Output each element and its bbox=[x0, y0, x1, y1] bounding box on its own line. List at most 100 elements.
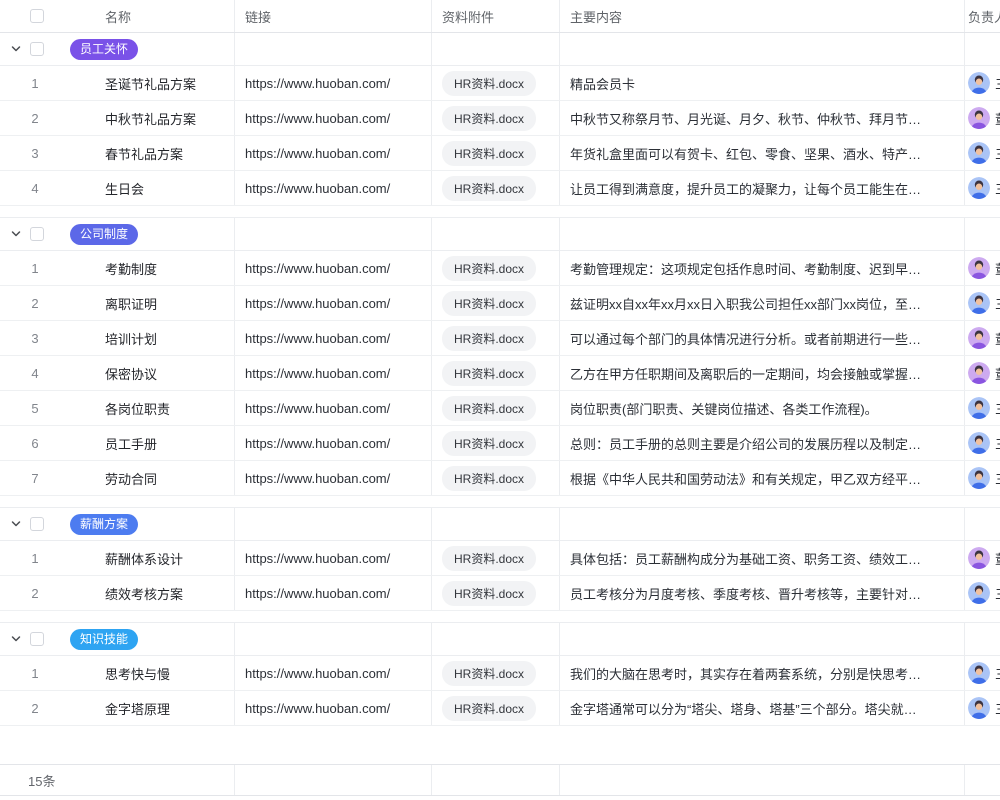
attachment-chip[interactable]: HR资料.docx bbox=[442, 396, 536, 421]
record-name[interactable]: 绩效考核方案 bbox=[105, 584, 183, 603]
assignee-cell[interactable]: 董 bbox=[965, 251, 1000, 285]
attachment-chip[interactable]: HR资料.docx bbox=[442, 466, 536, 491]
assignee-cell[interactable]: 三 bbox=[965, 461, 1000, 495]
assignee-cell[interactable]: 董 bbox=[965, 101, 1000, 135]
attachment-chip[interactable]: HR资料.docx bbox=[442, 256, 536, 281]
assignee-cell[interactable]: 三 bbox=[965, 136, 1000, 170]
empty-area bbox=[0, 726, 1000, 764]
assignee-cell[interactable]: 三 bbox=[965, 66, 1000, 100]
record-name[interactable]: 离职证明 bbox=[105, 294, 157, 313]
record-name[interactable]: 春节礼品方案 bbox=[105, 144, 183, 163]
group-badge[interactable]: 公司制度 bbox=[70, 224, 138, 245]
assignee-cell[interactable]: 三 bbox=[965, 576, 1000, 610]
attachment-chip[interactable]: HR资料.docx bbox=[442, 431, 536, 456]
record-name[interactable]: 中秋节礼品方案 bbox=[105, 109, 196, 128]
assignee-cell[interactable]: 董 bbox=[965, 321, 1000, 355]
attachment-chip[interactable]: HR资料.docx bbox=[442, 71, 536, 96]
column-header-content[interactable]: 主要内容 bbox=[570, 7, 622, 26]
attachment-chip[interactable]: HR资料.docx bbox=[442, 581, 536, 606]
chevron-down-icon[interactable] bbox=[10, 228, 22, 240]
assignee-cell[interactable]: 董 bbox=[965, 356, 1000, 390]
record-name[interactable]: 思考快与慢 bbox=[105, 664, 170, 683]
column-header-link[interactable]: 链接 bbox=[245, 7, 271, 26]
record-content[interactable]: 我们的大脑在思考时，其实存在着两套系统，分别是快思考… bbox=[570, 664, 921, 683]
record-name[interactable]: 金字塔原理 bbox=[105, 699, 170, 718]
record-name[interactable]: 薪酬体系设计 bbox=[105, 549, 183, 568]
record-link[interactable]: https://www.huoban.com/ bbox=[245, 331, 390, 346]
record-content[interactable]: 考勤管理规定：这项规定包括作息时间、考勤制度、迟到早… bbox=[570, 259, 921, 278]
record-content[interactable]: 可以通过每个部门的具体情况进行分析。或者前期进行一些… bbox=[570, 329, 921, 348]
record-name[interactable]: 考勤制度 bbox=[105, 259, 157, 278]
assignee-cell[interactable]: 三 bbox=[965, 171, 1000, 205]
record-link[interactable]: https://www.huoban.com/ bbox=[245, 111, 390, 126]
attachment-chip[interactable]: HR资料.docx bbox=[442, 696, 536, 721]
record-name[interactable]: 培训计划 bbox=[105, 329, 157, 348]
group-checkbox[interactable] bbox=[30, 227, 44, 241]
record-content[interactable]: 总则：员工手册的总则主要是介绍公司的发展历程以及制定… bbox=[570, 434, 921, 453]
attachment-chip[interactable]: HR资料.docx bbox=[442, 361, 536, 386]
attachment-chip[interactable]: HR资料.docx bbox=[442, 106, 536, 131]
record-link[interactable]: https://www.huoban.com/ bbox=[245, 436, 390, 451]
assignee-name: 董 bbox=[995, 329, 1000, 348]
row-number: 1 bbox=[0, 261, 70, 276]
chevron-down-icon[interactable] bbox=[10, 633, 22, 645]
attachment-chip[interactable]: HR资料.docx bbox=[442, 326, 536, 351]
record-content[interactable]: 中秋节又称祭月节、月光诞、月夕、秋节、仲秋节、拜月节… bbox=[570, 109, 921, 128]
attachment-chip[interactable]: HR资料.docx bbox=[442, 176, 536, 201]
record-link[interactable]: https://www.huoban.com/ bbox=[245, 471, 390, 486]
attachment-chip[interactable]: HR资料.docx bbox=[442, 141, 536, 166]
record-link[interactable]: https://www.huoban.com/ bbox=[245, 666, 390, 681]
table-row: 1 考勤制度 https://www.huoban.com/ HR资料.docx… bbox=[0, 251, 1000, 286]
group-badge[interactable]: 员工关怀 bbox=[70, 39, 138, 60]
group-badge[interactable]: 薪酬方案 bbox=[70, 514, 138, 535]
record-content[interactable]: 精品会员卡 bbox=[570, 74, 635, 93]
assignee-cell[interactable]: 三 bbox=[965, 691, 1000, 725]
record-content[interactable]: 乙方在甲方任职期间及离职后的一定期间，均会接触或掌握… bbox=[570, 364, 921, 383]
attachment-chip[interactable]: HR资料.docx bbox=[442, 661, 536, 686]
attachment-chip[interactable]: HR资料.docx bbox=[442, 291, 536, 316]
chevron-down-icon[interactable] bbox=[10, 43, 22, 55]
assignee-cell[interactable]: 三 bbox=[965, 426, 1000, 460]
record-name[interactable]: 生日会 bbox=[105, 179, 144, 198]
record-link[interactable]: https://www.huoban.com/ bbox=[245, 366, 390, 381]
record-name[interactable]: 劳动合同 bbox=[105, 469, 157, 488]
group-checkbox[interactable] bbox=[30, 42, 44, 56]
assignee-cell[interactable]: 三 bbox=[965, 286, 1000, 320]
assignee-cell[interactable]: 董 bbox=[965, 541, 1000, 575]
group-checkbox[interactable] bbox=[30, 632, 44, 646]
record-link[interactable]: https://www.huoban.com/ bbox=[245, 401, 390, 416]
chevron-down-icon[interactable] bbox=[10, 518, 22, 530]
group-checkbox[interactable] bbox=[30, 517, 44, 531]
assignee-name: 三 bbox=[995, 434, 1000, 453]
record-name[interactable]: 圣诞节礼品方案 bbox=[105, 74, 196, 93]
record-name[interactable]: 各岗位职责 bbox=[105, 399, 170, 418]
record-content[interactable]: 根据《中华人民共和国劳动法》和有关规定，甲乙双方经平… bbox=[570, 469, 921, 488]
record-link[interactable]: https://www.huoban.com/ bbox=[245, 181, 390, 196]
column-header-assignee[interactable]: 负责人 bbox=[968, 7, 1000, 26]
assignee-cell[interactable]: 三 bbox=[965, 391, 1000, 425]
record-link[interactable]: https://www.huoban.com/ bbox=[245, 586, 390, 601]
column-header-attachment[interactable]: 资料附件 bbox=[442, 7, 494, 26]
group-badge[interactable]: 知识技能 bbox=[70, 629, 138, 650]
record-name[interactable]: 保密协议 bbox=[105, 364, 157, 383]
record-link[interactable]: https://www.huoban.com/ bbox=[245, 701, 390, 716]
record-link[interactable]: https://www.huoban.com/ bbox=[245, 296, 390, 311]
record-link[interactable]: https://www.huoban.com/ bbox=[245, 146, 390, 161]
record-content[interactable]: 员工考核分为月度考核、季度考核、晋升考核等，主要针对… bbox=[570, 584, 921, 603]
assignee-name: 三 bbox=[995, 74, 1000, 93]
select-all-checkbox[interactable] bbox=[30, 9, 44, 23]
record-content[interactable]: 让员工得到满意度，提升员工的凝聚力，让每个员工能生在… bbox=[570, 179, 921, 198]
record-content[interactable]: 具体包括：员工薪酬构成分为基础工资、职务工资、绩效工… bbox=[570, 549, 921, 568]
assignee-cell[interactable]: 三 bbox=[965, 656, 1000, 690]
record-link[interactable]: https://www.huoban.com/ bbox=[245, 76, 390, 91]
record-content[interactable]: 兹证明xx自xx年xx月xx日入职我公司担任xx部门xx岗位，至… bbox=[570, 294, 921, 313]
record-link[interactable]: https://www.huoban.com/ bbox=[245, 261, 390, 276]
record-content[interactable]: 岗位职责(部门职责、关键岗位描述、各类工作流程)。 bbox=[570, 399, 878, 418]
record-content[interactable]: 金字塔通常可以分为“塔尖、塔身、塔基”三个部分。塔尖就… bbox=[570, 699, 917, 718]
record-name[interactable]: 员工手册 bbox=[105, 434, 157, 453]
record-link[interactable]: https://www.huoban.com/ bbox=[245, 551, 390, 566]
attachment-chip[interactable]: HR资料.docx bbox=[442, 546, 536, 571]
column-header-name[interactable]: 名称 bbox=[105, 7, 131, 26]
assignee-name: 董 bbox=[995, 549, 1000, 568]
record-content[interactable]: 年货礼盒里面可以有贺卡、红包、零食、坚果、酒水、特产… bbox=[570, 144, 921, 163]
